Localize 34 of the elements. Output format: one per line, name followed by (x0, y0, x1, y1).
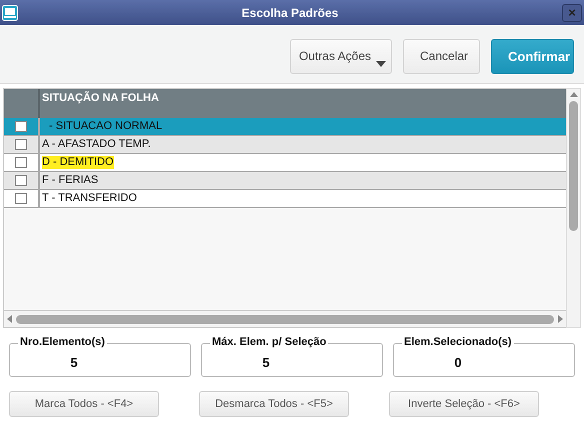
counter-value: 5 (69, 354, 79, 370)
table-row[interactable]: A - AFASTADO TEMP. (4, 136, 566, 154)
table-row[interactable]: - SITUACAO NORMAL (4, 118, 566, 136)
table-cell: D - DEMITIDO (42, 156, 114, 169)
checkbox[interactable] (15, 157, 27, 168)
window-icon (2, 4, 18, 20)
action-button[interactable]: Marca Todos - <F4> (9, 391, 159, 417)
counter-value: 5 (261, 354, 271, 370)
table-cell: T - TRANSFERIDO (42, 192, 137, 205)
checkbox[interactable] (15, 193, 27, 204)
checkbox[interactable] (15, 175, 27, 186)
checkbox[interactable] (15, 139, 27, 150)
counter-label: Nro.Elemento(s) (18, 336, 107, 348)
action-button[interactable]: Desmarca Todos - <F5> (199, 391, 349, 417)
table-cell: A - AFASTADO TEMP. (42, 138, 151, 151)
action-button[interactable]: Inverte Seleção - <F6> (389, 391, 539, 417)
caret-icon (376, 60, 386, 66)
counter-label: Máx. Elem. p/ Seleção (210, 336, 328, 348)
more-actions-button[interactable]: Outras Ações (290, 38, 392, 74)
up-arrow-icon[interactable] (570, 91, 578, 99)
window-title: Escolha Padrões (242, 6, 338, 20)
vertical-scrollbar[interactable] (566, 88, 581, 328)
table-row[interactable]: D - DEMITIDO (4, 154, 566, 172)
counter-value: 0 (453, 354, 463, 370)
horizontal-scrollbar[interactable] (4, 310, 566, 327)
table-cell-text: - SITUACAO NORMAL (48, 120, 162, 133)
left-arrow-icon[interactable] (6, 315, 14, 323)
table-row[interactable]: T - TRANSFERIDO (4, 190, 566, 208)
table-cell: F - FERIAS (42, 174, 98, 187)
table-row[interactable]: F - FERIAS (4, 172, 566, 190)
cancel-button[interactable]: Cancelar (403, 38, 480, 74)
right-arrow-icon[interactable] (556, 315, 564, 323)
counter-label: Elem.Selecionado(s) (402, 336, 514, 348)
checkbox[interactable] (15, 121, 27, 132)
